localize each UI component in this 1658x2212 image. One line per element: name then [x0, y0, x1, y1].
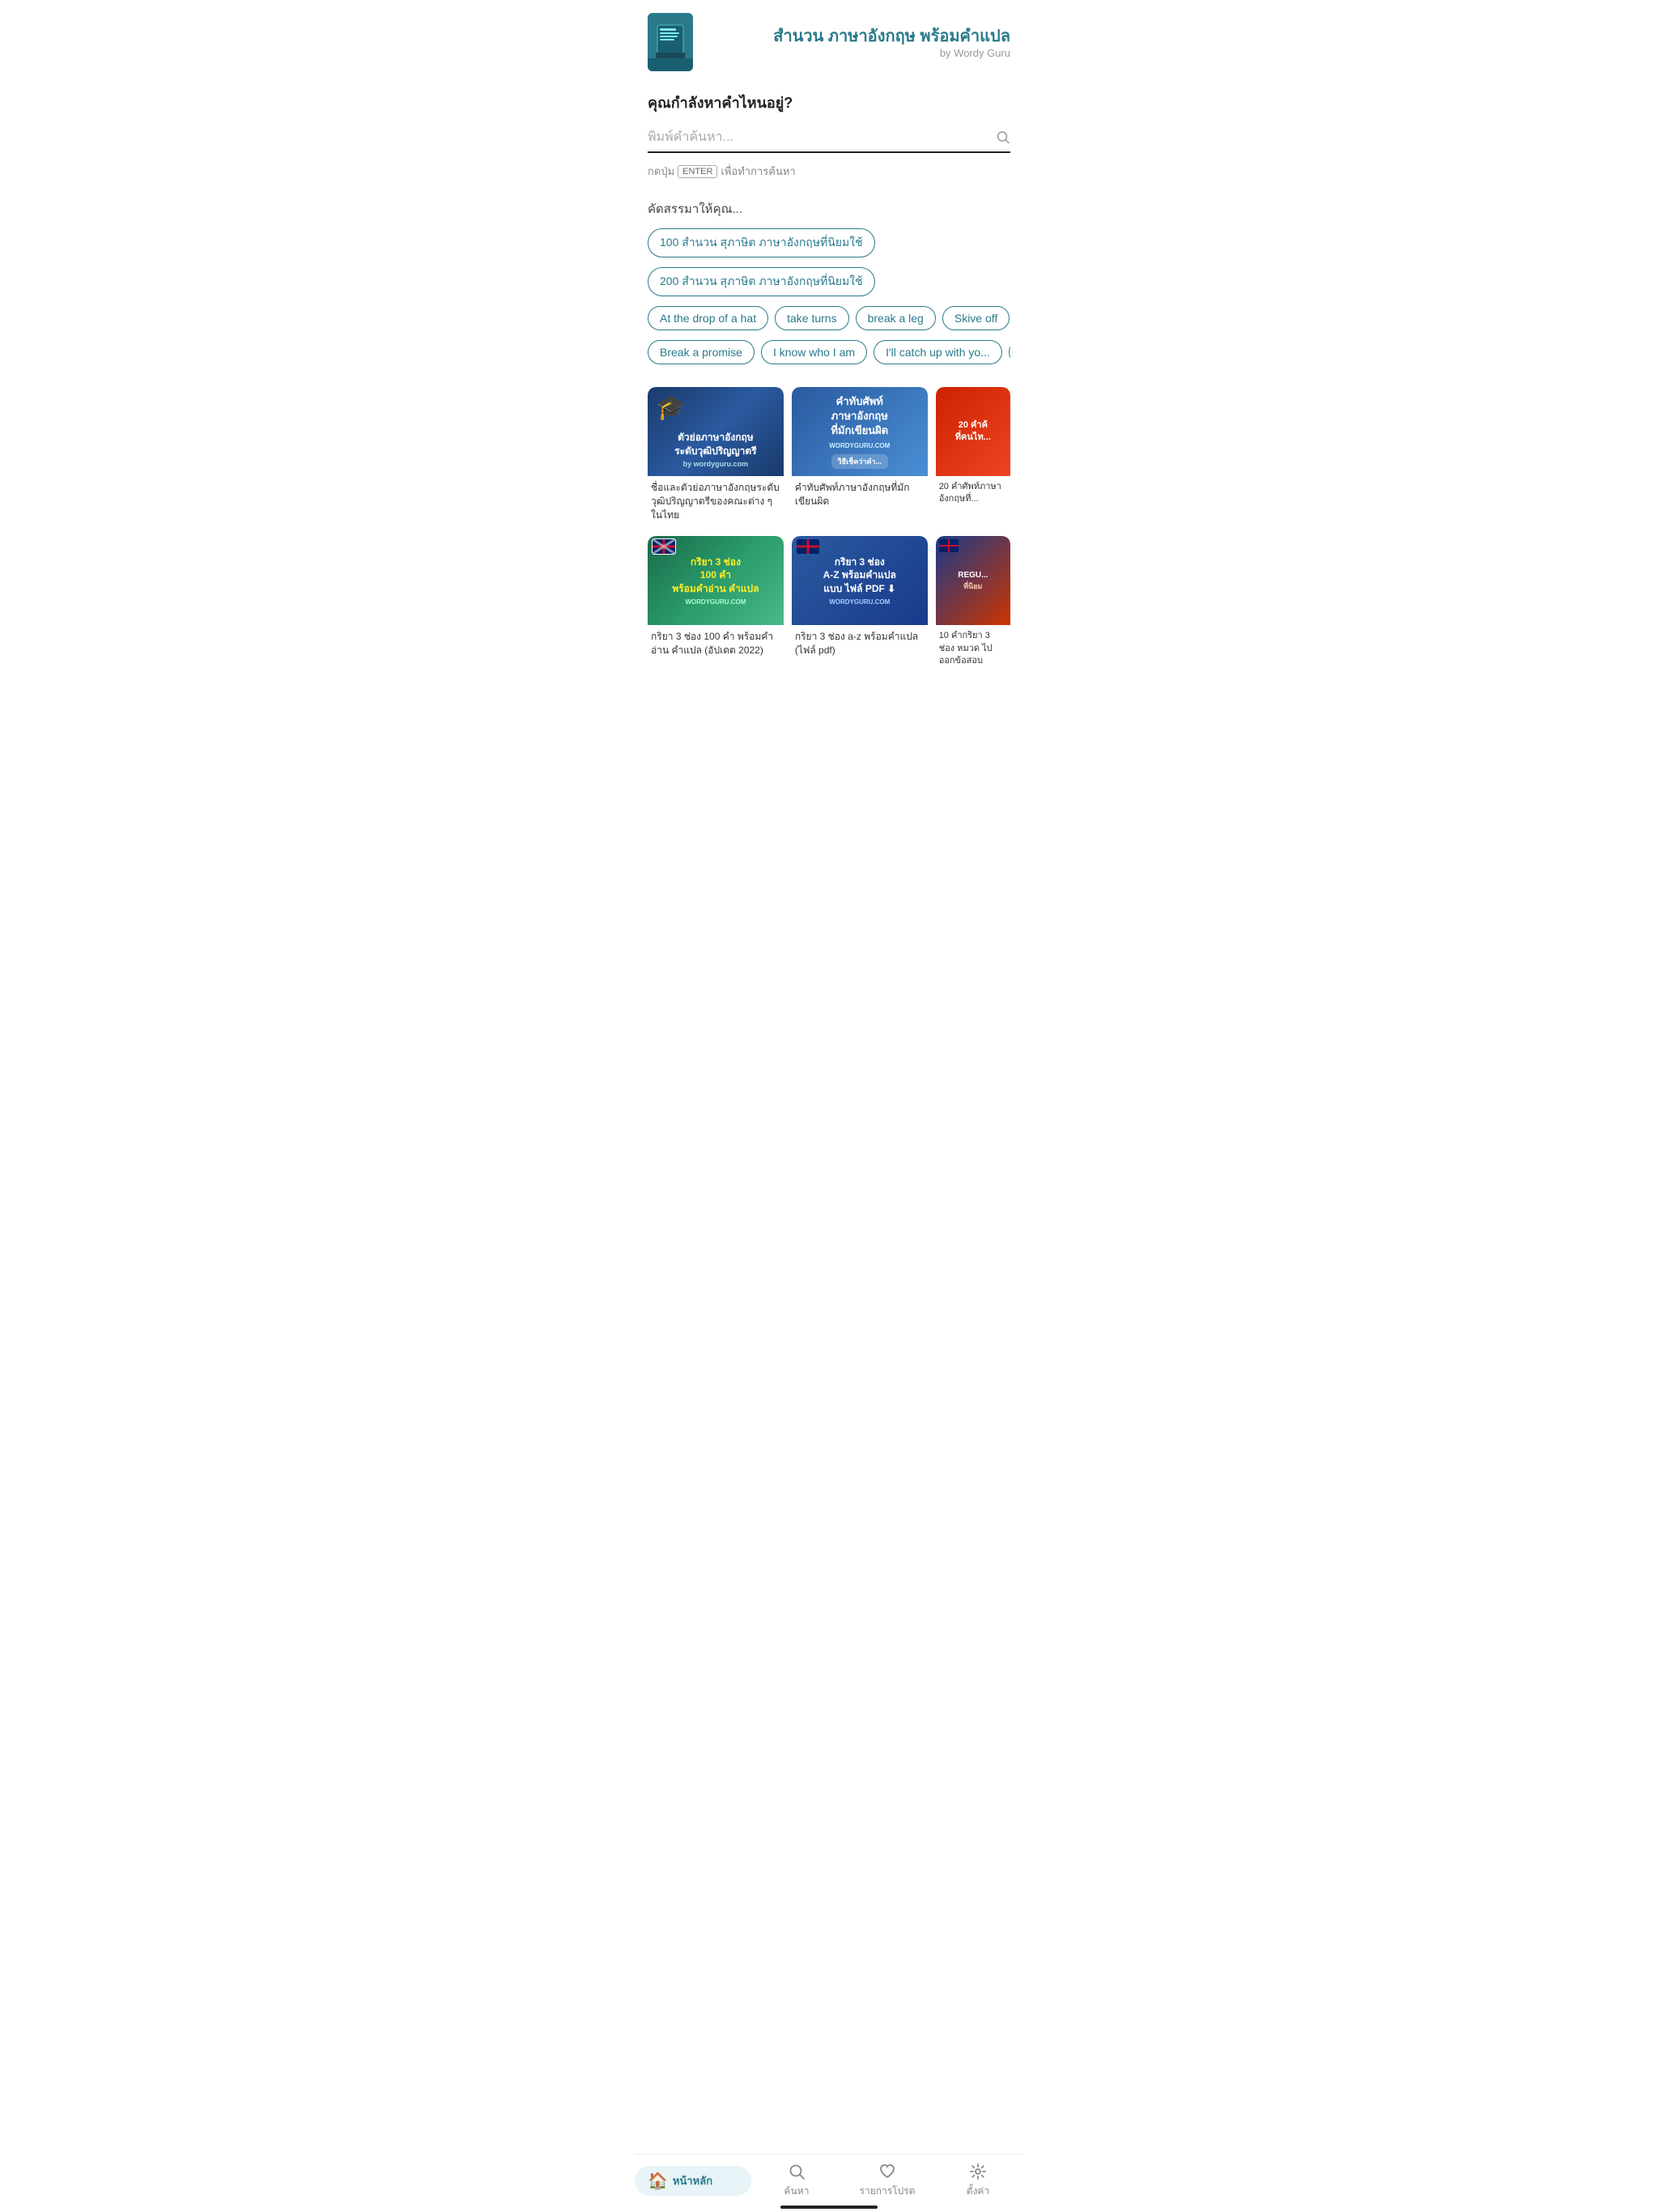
tag-200-idioms[interactable]: 200 สำนวน สุภาษิต ภาษาอังกฤษที่นิยมใช้	[648, 267, 875, 296]
card-caption-3: 20 คำศัพท์ภาษาอังกฤษที่...	[936, 476, 1010, 511]
tag-break-a-leg[interactable]: break a leg	[856, 306, 936, 330]
cards-row-2: กริยา 3 ช่อง100 คำพร้อมคำอ่าน คำแปล WORD…	[648, 536, 1010, 672]
card-caption-6: 10 คำกริยา 3 ช่อง หมวด ไปออกข้อสอบ	[936, 625, 1010, 672]
tag-skive-off[interactable]: Skive off	[942, 306, 1010, 330]
enter-badge: ENTER	[678, 165, 717, 178]
logo-container	[648, 13, 693, 71]
site-title-block: สำนวน ภาษาอังกฤษ พร้อมคำแปล by Wordy Gur…	[773, 26, 1010, 59]
nav-home-label: หน้าหลัก	[673, 2172, 712, 2189]
heart-icon	[878, 2163, 896, 2180]
site-subtitle: by Wordy Guru	[773, 47, 1010, 59]
card-degree-abbreviation[interactable]: 🎓 ตัวย่อภาษาอังกฤษระดับวุฒิปริญญาตรี by …	[648, 387, 784, 526]
bottom-navigation: 🏠 หน้าหลัก ค้นหา รายการโปรด ตั้งค่า	[635, 2154, 1023, 2212]
hint-suffix: เพื่อทำการค้นหา	[721, 163, 795, 180]
search-input-container	[648, 127, 1010, 153]
nav-favorites-label: รายการโปรด	[860, 2184, 916, 2199]
card-misspelled-words[interactable]: คำทับศัพท์ภาษาอังกฤษที่มักเขียนผิด WORDY…	[792, 387, 928, 526]
search-icon-button[interactable]	[996, 130, 1010, 149]
tag-catch-up[interactable]: I'll catch up with yo...	[874, 340, 1002, 364]
bottom-indicator	[780, 2206, 878, 2209]
card-caption-4: กริยา 3 ช่อง 100 คำ พร้อมคำอ่าน คำแปล (อ…	[648, 625, 784, 662]
search-section: คุณกำลังหาคำไหนอยู่? กดปุ่ม ENTER เพื่อท…	[635, 78, 1023, 186]
card-verb3-100[interactable]: กริยา 3 ช่อง100 คำพร้อมคำอ่าน คำแปล WORD…	[648, 536, 784, 672]
nav-settings-label: ตั้งค่า	[967, 2184, 989, 2199]
card-verb3-az-pdf[interactable]: กริยา 3 ช่องA-Z พร้อมคำแปลแบบ ไฟล์ PDF ⬇…	[792, 536, 928, 672]
nav-favorites[interactable]: รายการโปรด	[842, 2163, 933, 2199]
settings-icon	[969, 2163, 987, 2180]
nav-home[interactable]: 🏠 หน้าหลัก	[635, 2166, 751, 2196]
tags-label: คัดสรรมาให้คุณ...	[648, 199, 1010, 219]
card-caption-5: กริยา 3 ช่อง a-z พร้อมคำแปล (ไฟล์ pdf)	[792, 625, 928, 662]
site-title: สำนวน ภาษาอังกฤษ พร้อมคำแปล	[773, 26, 1010, 47]
card-caption-1: ชื่อและตัวย่อภาษาอังกฤษระดับวุฒิปริญญาตร…	[648, 476, 784, 526]
tag-at-the-drop[interactable]: At the drop of a hat	[648, 306, 768, 330]
header: สำนวน ภาษาอังกฤษ พร้อมคำแปล by Wordy Gur…	[635, 0, 1023, 78]
tag-keeping-eye[interactable]: I'm keeping my eye...	[1009, 340, 1010, 364]
nav-search-label: ค้นหา	[784, 2184, 810, 2199]
tags-row-4: Break a promise I know who I am I'll cat…	[648, 340, 1010, 368]
tag-know-who[interactable]: I know who I am	[761, 340, 867, 364]
tag-100-idioms[interactable]: 100 สำนวน สุภาษิต ภาษาอังกฤษที่นิยมใช้	[648, 228, 875, 257]
search-hint: กดปุ่ม ENTER เพื่อทำการค้นหา	[648, 163, 1010, 180]
search-input[interactable]	[648, 127, 1010, 148]
search-label: คุณกำลังหาคำไหนอยู่?	[648, 91, 1010, 114]
tags-row-3: At the drop of a hat take turns break a …	[648, 306, 1010, 334]
app-logo	[648, 13, 693, 71]
card-verb3-exam-partial[interactable]: REGU... ที่นิยม 10 คำกริยา 3 ช่อง หมวด ไ…	[936, 536, 1010, 672]
hint-prefix: กดปุ่ม	[648, 163, 674, 180]
card-20-vocab-partial[interactable]: 20 คำค้ที่คนไท... 20 คำศัพท์ภาษาอังกฤษที…	[936, 387, 1010, 526]
tag-break-promise[interactable]: Break a promise	[648, 340, 755, 364]
tags-section: คัดสรรมาให้คุณ... 100 สำนวน สุภาษิต ภาษา…	[635, 186, 1023, 381]
nav-settings[interactable]: ตั้งค่า	[933, 2163, 1023, 2199]
cards-section: 🎓 ตัวย่อภาษาอังกฤษระดับวุฒิปริญญาตรี by …	[635, 381, 1023, 679]
tag-take-turns[interactable]: take turns	[775, 306, 848, 330]
cards-row-1: 🎓 ตัวย่อภาษาอังกฤษระดับวุฒิปริญญาตรี by …	[648, 387, 1010, 526]
nav-search[interactable]: ค้นหา	[751, 2163, 842, 2199]
search-nav-icon	[788, 2163, 806, 2180]
tags-row-1: 100 สำนวน สุภาษิต ภาษาอังกฤษที่นิยมใช้	[648, 228, 1010, 261]
home-icon: 🏠	[648, 2171, 668, 2191]
tags-row-2: 200 สำนวน สุภาษิต ภาษาอังกฤษที่นิยมใช้	[648, 267, 1010, 300]
card-caption-2: คำทับศัพท์ภาษาอังกฤษที่มักเขียนผิด	[792, 476, 928, 513]
